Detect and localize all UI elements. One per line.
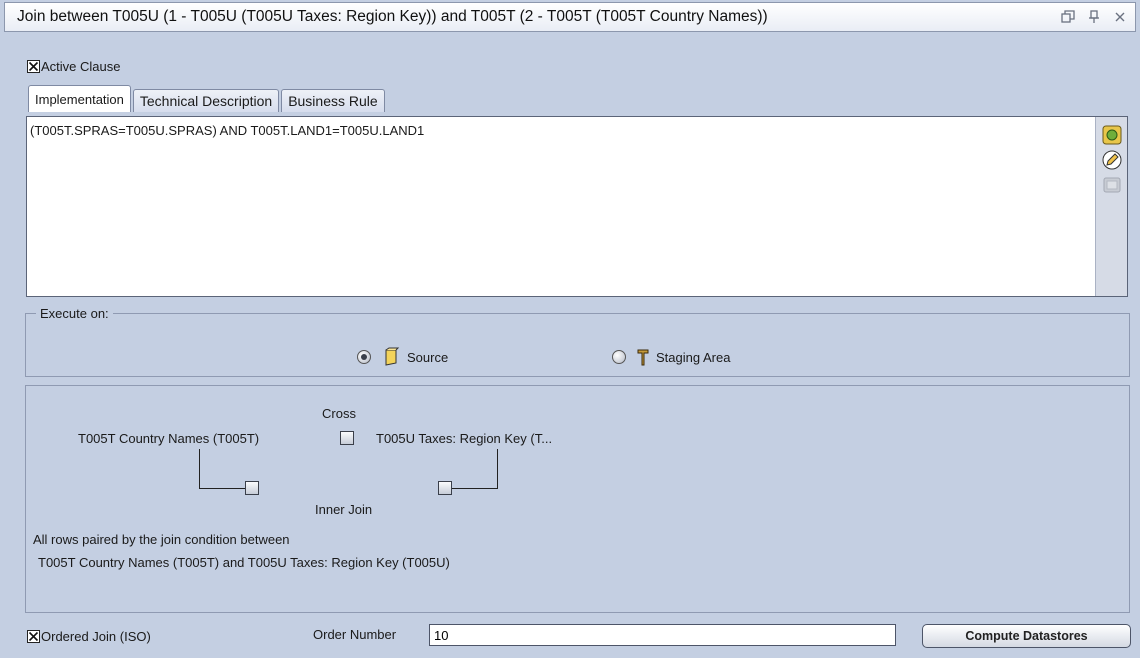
execute-on-group: Execute on: [25, 306, 1130, 377]
left-connector-vertical [199, 449, 200, 489]
active-clause-label: Active Clause [41, 59, 121, 74]
close-icon[interactable] [1109, 6, 1131, 28]
staging-area-radio[interactable] [612, 350, 626, 364]
right-table-label: T005U Taxes: Region Key (T... [376, 431, 553, 446]
active-clause-toggle[interactable]: Active Clause [27, 59, 120, 74]
pin-icon[interactable] [1083, 6, 1105, 28]
execute-on-label: Execute on: [36, 306, 113, 321]
left-outer-join-checkbox[interactable] [245, 481, 259, 495]
ordered-join-label: Ordered Join (ISO) [41, 629, 151, 644]
source-icon [381, 347, 401, 367]
join-description-line1: All rows paired by the join condition be… [33, 532, 290, 547]
edit-pencil-icon[interactable] [1102, 150, 1122, 170]
inner-join-label: Inner Join [315, 502, 373, 517]
active-clause-checkbox[interactable] [27, 60, 40, 73]
left-connector-horizontal [199, 488, 245, 489]
execute-on-source-option[interactable]: Source [357, 347, 448, 367]
expression-editor-icon[interactable] [1102, 125, 1122, 145]
cross-join-label: Cross [322, 406, 356, 421]
tab-implementation[interactable]: Implementation [28, 85, 131, 112]
source-radio[interactable] [357, 350, 371, 364]
restore-icon[interactable] [1057, 6, 1079, 28]
source-label: Source [407, 349, 449, 365]
window-title-bar: Join between T005U (1 - T005U (T005U Tax… [4, 2, 1136, 32]
cross-join-checkbox[interactable] [340, 431, 354, 445]
join-condition-text[interactable]: (T005T.SPRAS=T005U.SPRAS) AND T005T.LAND… [30, 123, 424, 138]
join-type-group [25, 385, 1130, 613]
clause-tabs: Implementation Technical Description Bus… [28, 85, 387, 112]
order-number-label: Order Number [313, 627, 397, 642]
staging-area-label: Staging Area [656, 349, 731, 365]
window-title: Join between T005U (1 - T005U (T005U Tax… [17, 8, 768, 25]
ordered-join-checkbox[interactable] [27, 630, 40, 643]
join-condition-editor[interactable]: (T005T.SPRAS=T005U.SPRAS) AND T005T.LAND… [26, 116, 1128, 297]
tab-technical-description[interactable]: Technical Description [132, 89, 280, 112]
compute-datastores-button[interactable]: Compute Datastores [922, 624, 1131, 648]
execute-on-staging-option[interactable]: Staging Area [612, 347, 730, 367]
join-description-line2: T005T Country Names (T005T) and T005U Ta… [38, 555, 450, 570]
right-outer-join-checkbox[interactable] [438, 481, 452, 495]
tab-business-rule[interactable]: Business Rule [281, 89, 385, 112]
disabled-tool-icon [1102, 175, 1122, 195]
order-number-input[interactable] [429, 624, 896, 646]
ordered-join-toggle[interactable]: Ordered Join (ISO) [27, 629, 151, 644]
staging-area-icon [636, 347, 650, 367]
right-connector-horizontal [452, 488, 498, 489]
editor-tool-strip [1095, 117, 1127, 296]
right-connector-vertical [497, 449, 498, 489]
left-table-label: T005T Country Names (T005T) [78, 431, 260, 446]
